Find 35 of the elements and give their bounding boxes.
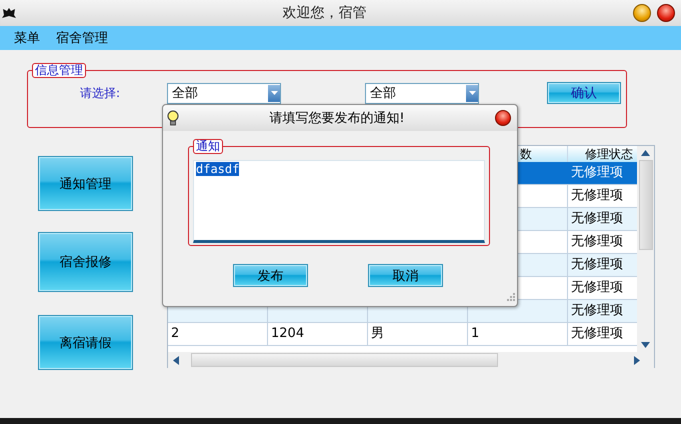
dialog-button[interactable]: 取消 [368,264,443,287]
group-title: 信息管理 [32,63,86,78]
table-cell: 1 [468,323,568,345]
resize-grip-icon[interactable] [507,293,515,301]
group-title: 通知 [193,139,223,154]
filter-label: 请选择: [79,84,122,102]
scrollbar-thumb[interactable] [638,160,653,250]
dropdown-arrow-icon [468,91,476,95]
dialog-title: 请填写您要发布的通知! [268,110,406,127]
window-title: 欢迎您，宿管 [282,4,368,22]
minimize-button[interactable] [633,4,651,22]
menu-item[interactable]: 菜单 [8,29,46,47]
close-button[interactable] [495,110,511,126]
table-row[interactable]: 2 1204 男 1 无修理项 [168,323,638,346]
table-cell: 男 [368,323,468,345]
dropdown-arrow-icon [270,91,278,95]
table-cell: 2 [168,323,268,345]
scrollbar-thumb[interactable] [191,353,498,367]
scroll-up-icon[interactable] [641,150,650,156]
confirm-button[interactable]: 确认 [547,82,621,104]
nav-button[interactable]: 通知管理 [38,156,133,211]
notice-field[interactable]: dfasdf [193,160,485,243]
menu-item[interactable]: 宿舍管理 [50,29,114,47]
dialog-button[interactable]: 发布 [233,264,308,287]
scroll-right-icon[interactable] [634,356,640,364]
lightbulb-icon [167,110,179,126]
nav-button[interactable]: 离宿请假 [38,315,133,370]
nav-button[interactable]: 宿舍报修 [38,232,133,292]
filter-dropdown[interactable]: 全部 [365,82,479,104]
filter-dropdown[interactable]: 全部 [167,82,281,104]
table-cell: 1204 [268,323,368,345]
scroll-left-icon[interactable] [173,356,179,364]
close-button[interactable] [657,4,675,22]
scroll-down-icon[interactable] [641,342,650,348]
app-icon [2,6,16,20]
